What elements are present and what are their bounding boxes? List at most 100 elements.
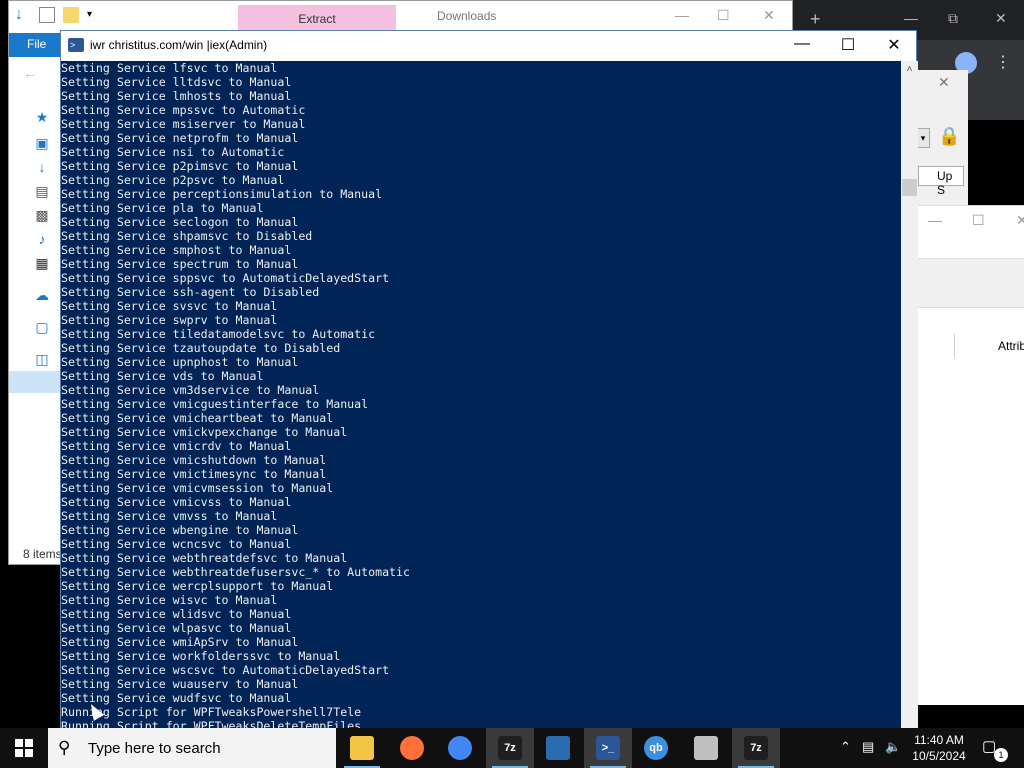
onedrive-icon[interactable]: ☁ [33, 287, 51, 303]
console-line: Setting Service wbengine to Manual [61, 523, 299, 537]
navigation-pane: ← ★ ▣ ↓ ▤ ▩ ♪ ▦ ☁ ▢ ◫ [9, 57, 61, 557]
console-line: Setting Service vmicheartbeat to Manual [61, 411, 334, 425]
start-button[interactable] [0, 728, 48, 768]
show-hidden-icons-icon[interactable]: ⌃ [840, 739, 851, 755]
search-placeholder: Type here to search [88, 740, 221, 757]
quick-access-toolbar: ↓ ▾ [15, 7, 103, 23]
bg-maximize-icon[interactable]: ☐ [972, 212, 985, 229]
taskbar-app-7zip[interactable]: 7z [486, 728, 534, 768]
pictures-icon[interactable]: ▩ [33, 207, 51, 223]
browser-minimize-icon[interactable]: — [904, 10, 918, 26]
taskbar-app-chrome[interactable] [436, 728, 484, 768]
minimize-icon[interactable]: — [787, 35, 817, 53]
console-line: Setting Service wisvc to Manual [61, 593, 278, 607]
console-line: Setting Service wuauserv to Manual [61, 677, 299, 691]
file-tab[interactable]: File [9, 33, 63, 57]
videos-icon[interactable]: ▦ [33, 255, 51, 271]
taskbar-app-qbittorrent[interactable]: qb [632, 728, 680, 768]
powershell-titlebar[interactable]: > iwr christitus.com/win |iex(Admin) — ☐… [61, 31, 916, 61]
powershell-icon: > [68, 38, 84, 52]
up-button[interactable]: Up S [918, 166, 964, 197]
console-line: Setting Service vds to Manual [61, 369, 264, 383]
console-line: Setting Service msiserver to Manual [61, 117, 306, 131]
console-line: Setting Service wlpasvc to Manual [61, 621, 292, 635]
volume-icon[interactable]: 🔈 [885, 739, 901, 755]
this-pc-selected[interactable] [9, 371, 61, 393]
clock[interactable]: 11:40 AM 10/5/2024 [906, 732, 972, 764]
chevron-down-icon[interactable]: ▾ [87, 7, 103, 23]
download-arrow-icon[interactable]: ↓ [15, 7, 31, 23]
browser-restore-icon[interactable]: ⧉ [948, 10, 958, 27]
close-icon[interactable]: ✕ [879, 35, 909, 55]
console-text: Setting Service lfsvc to Manual Setting S… [61, 61, 410, 729]
music-icon[interactable]: ♪ [33, 231, 51, 247]
extract-tab[interactable]: Extract [238, 5, 396, 33]
bg-minimize-icon[interactable]: — [928, 212, 942, 228]
taskbar-app-7zip-2[interactable]: 7z [732, 728, 780, 768]
new-tab-icon[interactable]: + [810, 9, 821, 30]
console-line: Setting Service mpssvc to Automatic [61, 103, 306, 117]
console-line: Setting Service lfsvc to Manual [61, 61, 278, 75]
console-line: Setting Service wlidsvc to Manual [61, 607, 292, 621]
new-folder-icon[interactable] [63, 7, 79, 23]
document-icon[interactable]: ▤ [33, 183, 51, 199]
bg-toolbar [916, 258, 1024, 308]
column-header-attributes[interactable]: Attrib [998, 339, 1024, 353]
powershell-window[interactable]: > iwr christitus.com/win |iex(Admin) — ☐… [60, 30, 918, 729]
download-icon[interactable]: ↓ [33, 159, 51, 175]
desktop-icon[interactable]: ▣ [33, 135, 51, 151]
dialog-close-icon[interactable]: ✕ [938, 74, 950, 91]
browser-close-icon[interactable]: ✕ [995, 10, 1007, 27]
console-output[interactable]: Setting Service lfsvc to Manual Setting S… [61, 61, 901, 729]
console-line: Setting Service webthreatdefusersvc_* to… [61, 565, 411, 579]
taskbar-app-file-explorer[interactable] [338, 728, 386, 768]
explorer-titlebar: ↓ ▾ Extract Downloads — ☐ ✕ [9, 1, 792, 33]
network-icon[interactable]: ◫ [33, 351, 51, 367]
taskbar-app-firefox[interactable] [388, 728, 436, 768]
window-title: iwr christitus.com/win |iex(Admin) [90, 38, 268, 52]
console-line: Setting Service vmictimesync to Manual [61, 467, 327, 481]
taskbar-app-network-tool[interactable] [534, 728, 582, 768]
console-line: Setting Service pla to Manual [61, 201, 264, 215]
close-icon[interactable]: ✕ [763, 7, 775, 24]
explorer-title: Downloads [437, 9, 497, 23]
vertical-scrollbar[interactable]: ˄ [901, 61, 918, 729]
console-line: Setting Service lltdsvc to Manual [61, 75, 292, 89]
console-line: Setting Service lmhosts to Manual [61, 89, 292, 103]
scrollbar-thumb[interactable] [902, 179, 917, 196]
file-explorer-icon [350, 736, 374, 760]
maximize-icon[interactable]: ☐ [717, 7, 730, 24]
console-line: Running Script for WPFTweaksPowershell7T… [61, 705, 362, 719]
dropdown-arrow-icon[interactable]: ▾ [916, 128, 930, 148]
console-line: Setting Service p2psvc to Manual [61, 173, 285, 187]
maximize-icon[interactable]: ☐ [833, 35, 863, 55]
scroll-up-icon[interactable]: ˄ [901, 61, 918, 78]
console-line: Setting Service vmvss to Manual [61, 509, 278, 523]
console-line: Setting Service webthreatdefsvc to Manua… [61, 551, 348, 565]
console-line: Setting Service wercplsupport to Manual [61, 579, 334, 593]
this-pc-icon[interactable]: ▢ [33, 319, 51, 335]
clock-time: 11:40 AM [914, 733, 964, 747]
taskbar-app-powershell[interactable]: >_ [584, 728, 632, 768]
bg-close-icon[interactable]: ✕ [1016, 212, 1024, 229]
7zip-2-icon: 7z [744, 736, 768, 760]
browser-menu-icon[interactable]: ⋮ [995, 52, 1011, 72]
console-line: Setting Service ssh-agent to Disabled [61, 285, 320, 299]
console-line: Setting Service wudfsvc to Manual [61, 691, 292, 705]
properties-icon[interactable] [39, 7, 55, 23]
console-line: Setting Service p2pimsvc to Manual [61, 159, 299, 173]
qbittorrent-icon: qb [644, 736, 668, 760]
console-line: Setting Service perceptionsimulation to … [61, 187, 383, 201]
search-box[interactable]: ⚲ Type here to search [48, 728, 336, 768]
console-line: Setting Service seclogon to Manual [61, 215, 299, 229]
chrome-icon [448, 736, 472, 760]
taskbar-app-archive-tool[interactable] [682, 728, 730, 768]
console-line: Setting Service tiledatamodelsvc to Auto… [61, 327, 376, 341]
back-arrow-icon[interactable]: ← [21, 65, 39, 81]
console-line: Setting Service wscsvc to AutomaticDelay… [61, 663, 390, 677]
console-line: Setting Service vmicrdv to Manual [61, 439, 292, 453]
console-line: Setting Service wmiApSrv to Manual [61, 635, 299, 649]
star-icon[interactable]: ★ [33, 109, 51, 125]
network-status-icon[interactable]: ▤ [862, 739, 874, 755]
minimize-icon[interactable]: — [675, 7, 689, 23]
